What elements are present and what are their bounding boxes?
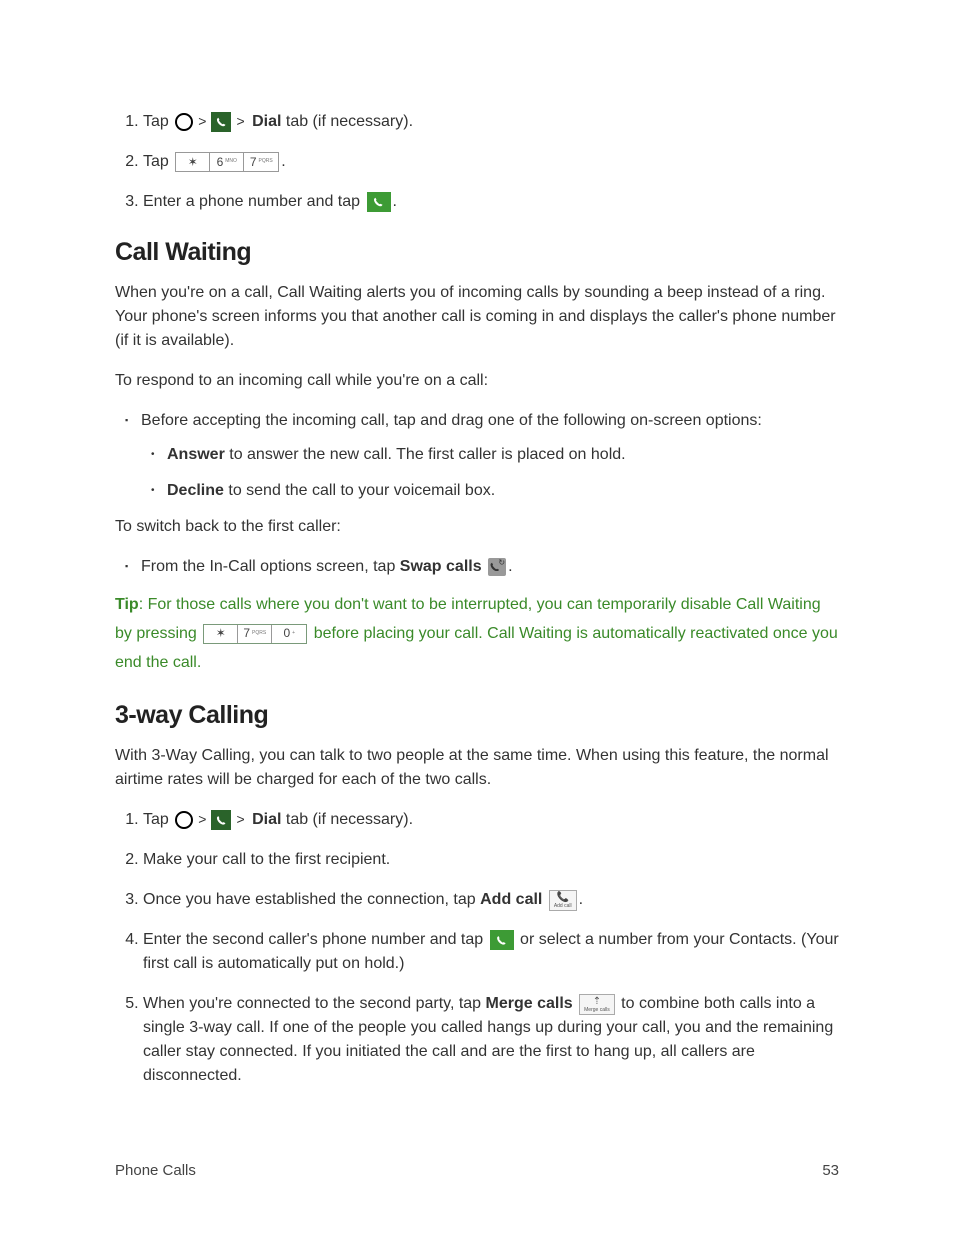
- heading-3way: 3-way Calling: [115, 701, 839, 730]
- cw-paragraph-1: When you're on a call, Call Waiting aler…: [115, 281, 839, 353]
- tw-step-2: Make your call to the first recipient.: [143, 848, 839, 872]
- heading-call-waiting: Call Waiting: [115, 238, 839, 267]
- text: to answer the new call. The first caller…: [225, 446, 626, 463]
- dial-label: Dial: [252, 811, 281, 828]
- home-circle-icon: [175, 811, 193, 829]
- text: Enter the second caller's phone number a…: [143, 931, 488, 948]
- cw-options-list: Before accepting the incoming call, tap …: [115, 409, 839, 503]
- key-7: 7PQRS: [238, 625, 272, 643]
- keypad-star-6-7: ✶ 6MNO 7PQRS: [175, 152, 279, 172]
- merge-calls-label: Merge calls: [486, 995, 573, 1012]
- tw-step-3: Once you have established the connection…: [143, 888, 839, 912]
- key-6: 6MNO: [210, 153, 244, 171]
- home-circle-icon: [175, 113, 193, 131]
- tw-steps: Tap > > Dial tab (if necessary). Make you…: [115, 808, 839, 1088]
- text: From the In-Call options screen, tap: [141, 558, 400, 575]
- phone-app-icon: [211, 112, 231, 132]
- add-call-icon: 📞Add call: [549, 890, 577, 911]
- text: Tap: [143, 811, 173, 828]
- footer-section: Phone Calls: [115, 1162, 196, 1179]
- call-button-icon: [367, 192, 391, 212]
- text: .: [579, 891, 583, 908]
- cw-bullet-1: Before accepting the incoming call, tap …: [141, 409, 839, 503]
- page-footer: Phone Calls 53: [115, 1162, 839, 1179]
- tip-block: Tip: For those calls where you don't wan…: [115, 591, 839, 677]
- cw-paragraph-2: To respond to an incoming call while you…: [115, 369, 839, 393]
- swap-calls-label: Swap calls: [400, 558, 482, 575]
- step-1: Tap > > Dial tab (if necessary).: [143, 110, 839, 134]
- page: Tap > > Dial tab (if necessary). Tap ✶ 6M…: [0, 0, 954, 1235]
- tw-paragraph-1: With 3-Way Calling, you can talk to two …: [115, 744, 839, 792]
- cw-switch-list: From the In-Call options screen, tap Swa…: [115, 555, 839, 579]
- tw-step-5: When you're connected to the second part…: [143, 992, 839, 1088]
- add-call-label: Add call: [480, 891, 542, 908]
- text: tab (if necessary).: [281, 113, 413, 130]
- text: Enter a phone number and tap: [143, 193, 365, 210]
- text: .: [393, 193, 397, 210]
- key-star: ✶: [176, 153, 210, 171]
- chevron: >: [198, 113, 206, 129]
- step-3: Enter a phone number and tap .: [143, 190, 839, 214]
- cw-sub-list: Answer to answer the new call. The first…: [141, 443, 839, 503]
- step-2: Tap ✶ 6MNO 7PQRS .: [143, 150, 839, 174]
- merge-calls-icon: ⇡Merge calls: [579, 994, 615, 1015]
- text: .: [508, 558, 512, 575]
- cw-paragraph-3: To switch back to the first caller:: [115, 515, 839, 539]
- text: tab (if necessary).: [281, 811, 413, 828]
- dial-label: Dial: [252, 113, 281, 130]
- cw-answer-option: Answer to answer the new call. The first…: [167, 443, 839, 467]
- tw-step-4: Enter the second caller's phone number a…: [143, 928, 839, 976]
- chevron: >: [236, 113, 244, 129]
- cw-swap-bullet: From the In-Call options screen, tap Swa…: [141, 555, 839, 579]
- tw-step-1: Tap > > Dial tab (if necessary).: [143, 808, 839, 832]
- text: Tap: [143, 113, 173, 130]
- text: to send the call to your voicemail box.: [224, 482, 495, 499]
- keypad-star-7-0: ✶ 7PQRS 0+: [203, 624, 307, 644]
- footer-page-number: 53: [822, 1162, 839, 1179]
- chevron: >: [236, 811, 244, 827]
- tip-label: Tip: [115, 596, 139, 613]
- intro-steps: Tap > > Dial tab (if necessary). Tap ✶ 6M…: [115, 110, 839, 214]
- text: .: [281, 153, 285, 170]
- cw-decline-option: Decline to send the call to your voicema…: [167, 479, 839, 503]
- key-7: 7PQRS: [244, 153, 278, 171]
- phone-app-icon: [211, 810, 231, 830]
- call-button-icon: [490, 930, 514, 950]
- swap-calls-icon: [488, 558, 506, 576]
- key-star: ✶: [204, 625, 238, 643]
- chevron: >: [198, 811, 206, 827]
- decline-label: Decline: [167, 482, 224, 499]
- text: Once you have established the connection…: [143, 891, 480, 908]
- text: Tap: [143, 153, 173, 170]
- text: When you're connected to the second part…: [143, 995, 486, 1012]
- text: Before accepting the incoming call, tap …: [141, 412, 762, 429]
- answer-label: Answer: [167, 446, 225, 463]
- key-0: 0+: [272, 625, 306, 643]
